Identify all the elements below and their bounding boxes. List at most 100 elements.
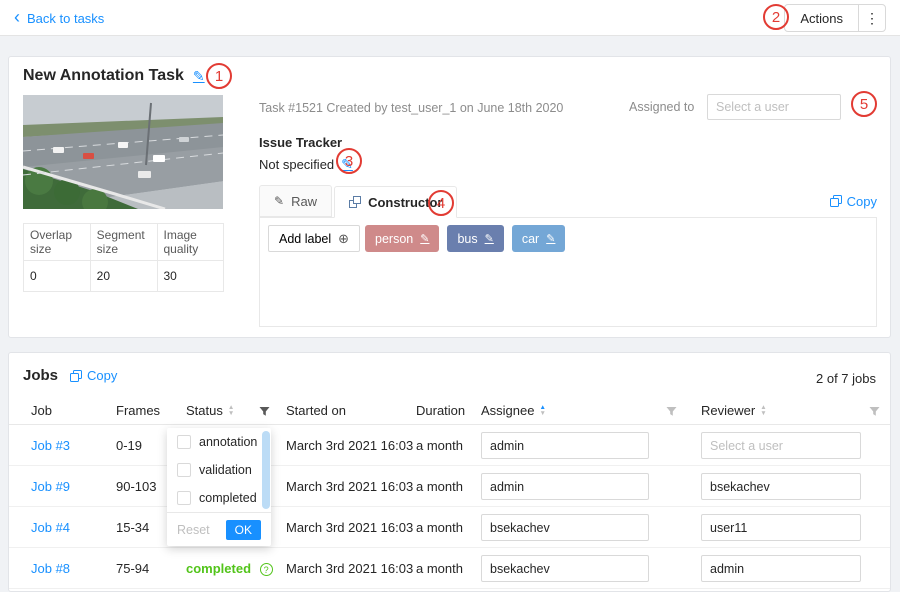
sort-icon-assignee[interactable]: ▲ ▼ xyxy=(539,405,545,416)
job-reviewer-input[interactable] xyxy=(701,555,861,582)
edit-task-name-icon[interactable]: ✎ xyxy=(193,68,205,85)
job-assignee-input[interactable] xyxy=(481,432,649,459)
label-chip-car[interactable]: car ✎ xyxy=(512,225,566,252)
filter-option-label: validation xyxy=(199,463,252,477)
task-assignee-select[interactable] xyxy=(707,94,841,120)
column-label-assignee: Assignee xyxy=(481,403,534,418)
reset-filter-button[interactable]: Reset xyxy=(177,523,210,537)
job-link[interactable]: Job #4 xyxy=(31,520,70,535)
job-started: March 3rd 2021 16:03 xyxy=(286,479,413,494)
tab-raw-label: Raw xyxy=(291,194,317,209)
back-to-tasks-link[interactable]: ‹ Back to tasks xyxy=(14,0,104,36)
jobs-table-header: Job Frames Status ▲ ▼ Started on Duratio… xyxy=(9,397,890,425)
job-reviewer-input[interactable] xyxy=(701,473,861,500)
filter-option-validation[interactable]: validation xyxy=(167,456,271,484)
constructor-icon xyxy=(349,196,361,208)
checkbox-annotation[interactable] xyxy=(177,435,191,449)
label-chip-person[interactable]: person ✎ xyxy=(365,225,439,252)
job-row: Job #9 90-103 March 3rd 2021 16:03 a mon… xyxy=(9,466,890,507)
checkbox-completed[interactable] xyxy=(177,491,191,505)
column-header-reviewer[interactable]: Reviewer ▲ ▼ xyxy=(701,403,767,418)
job-row: Job #3 0-19 March 3rd 2021 16:03 a month xyxy=(9,425,890,466)
kebab-menu-icon: ⋮ xyxy=(865,10,879,26)
job-frames: 75-94 xyxy=(116,561,149,576)
job-row: Job #8 75-94 completed ? March 3rd 2021 … xyxy=(9,548,890,589)
column-label-frames: Frames xyxy=(116,403,160,418)
task-title: New Annotation Task xyxy=(23,67,184,85)
callout-5: 5 xyxy=(851,91,877,117)
sort-icon-status[interactable]: ▲ ▼ xyxy=(228,405,234,416)
job-link[interactable]: Job #9 xyxy=(31,479,70,494)
ok-filter-button[interactable]: OK xyxy=(226,520,261,540)
job-frames: 90-103 xyxy=(116,479,156,494)
plus-circle-icon: ⊕ xyxy=(338,231,349,247)
label-chips: person ✎ bus ✎ car ✎ xyxy=(365,225,565,252)
params-value-row: 0 20 30 xyxy=(24,261,224,292)
question-circle-icon[interactable]: ? xyxy=(260,563,273,576)
job-link[interactable]: Job #3 xyxy=(31,438,70,453)
job-assignee-input[interactable] xyxy=(481,473,649,500)
job-started: March 3rd 2021 16:03 xyxy=(286,561,413,576)
copy-jobs-button[interactable]: Copy xyxy=(70,368,117,383)
edit-label-icon[interactable]: ✎ xyxy=(420,232,429,245)
callout-1: 1 xyxy=(206,63,232,89)
add-label-button[interactable]: Add label ⊕ xyxy=(268,225,360,252)
back-to-tasks-label: Back to tasks xyxy=(27,11,104,26)
job-reviewer-input[interactable] xyxy=(701,432,861,459)
assigned-to-label: Assigned to xyxy=(629,100,694,114)
callout-2: 2 xyxy=(763,4,789,30)
column-label-job: Job xyxy=(31,403,52,418)
chevron-left-icon: ‹ xyxy=(14,9,20,25)
job-duration: a month xyxy=(416,438,463,453)
labels-tabbar: ✎ Raw Constructor Copy xyxy=(259,185,877,218)
job-duration: a month xyxy=(416,520,463,535)
copy-labels-label: Copy xyxy=(847,194,877,209)
labels-editor-panel: Add label ⊕ person ✎ bus ✎ car ✎ xyxy=(259,217,877,327)
filter-icon-status[interactable] xyxy=(259,405,270,420)
filter-icon-assignee[interactable] xyxy=(666,405,677,420)
actions-button-group: Actions ⋮ xyxy=(784,4,886,32)
segment-size-value: 20 xyxy=(90,261,157,292)
kebab-menu-button[interactable]: ⋮ xyxy=(858,4,886,32)
segment-size-header: Segment size xyxy=(90,224,157,261)
label-chip-car-name: car xyxy=(522,232,539,246)
job-status-completed: completed xyxy=(186,561,251,576)
jobs-count: 2 of 7 jobs xyxy=(816,371,876,386)
task-params-table: Overlap size Segment size Image quality … xyxy=(23,223,224,292)
job-started: March 3rd 2021 16:03 xyxy=(286,438,413,453)
copy-labels-button[interactable]: Copy xyxy=(830,194,877,209)
job-link[interactable]: Job #8 xyxy=(31,561,70,576)
checkbox-validation[interactable] xyxy=(177,463,191,477)
callout-3: 3 xyxy=(336,148,362,174)
label-chip-bus-name: bus xyxy=(457,232,477,246)
job-assignee-input[interactable] xyxy=(481,555,649,582)
job-reviewer-input[interactable] xyxy=(701,514,861,541)
label-chip-bus[interactable]: bus ✎ xyxy=(447,225,503,252)
actions-button[interactable]: Actions xyxy=(784,4,859,32)
tab-raw[interactable]: ✎ Raw xyxy=(259,185,332,217)
status-filter-dropdown: annotation validation completed Reset OK xyxy=(167,428,271,546)
overlap-size-value: 0 xyxy=(24,261,91,292)
column-header-started: Started on xyxy=(286,403,346,418)
filter-icon-reviewer[interactable] xyxy=(869,405,880,420)
job-row: Job #4 15-34 March 3rd 2021 16:03 a mont… xyxy=(9,507,890,548)
copy-icon xyxy=(70,370,82,382)
sort-icon-reviewer[interactable]: ▲ ▼ xyxy=(760,405,766,416)
dropdown-scrollbar[interactable] xyxy=(262,431,270,509)
edit-label-icon[interactable]: ✎ xyxy=(485,232,494,245)
job-duration: a month xyxy=(416,561,463,576)
add-label-text: Add label xyxy=(279,232,331,246)
job-frames: 0-19 xyxy=(116,438,142,453)
task-title-row: New Annotation Task ✎ xyxy=(23,67,205,85)
column-label-duration: Duration xyxy=(416,403,465,418)
edit-label-icon[interactable]: ✎ xyxy=(546,232,555,245)
filter-option-annotation[interactable]: annotation xyxy=(167,428,271,456)
column-header-assignee[interactable]: Assignee ▲ ▼ xyxy=(481,403,546,418)
raw-edit-icon: ✎ xyxy=(274,194,284,208)
filter-option-completed[interactable]: completed xyxy=(167,484,271,512)
column-header-status[interactable]: Status ▲ ▼ xyxy=(186,403,234,418)
job-assignee-input[interactable] xyxy=(481,514,649,541)
filter-footer: Reset OK xyxy=(167,512,271,546)
label-chip-person-name: person xyxy=(375,232,413,246)
column-header-job: Job xyxy=(31,403,52,418)
